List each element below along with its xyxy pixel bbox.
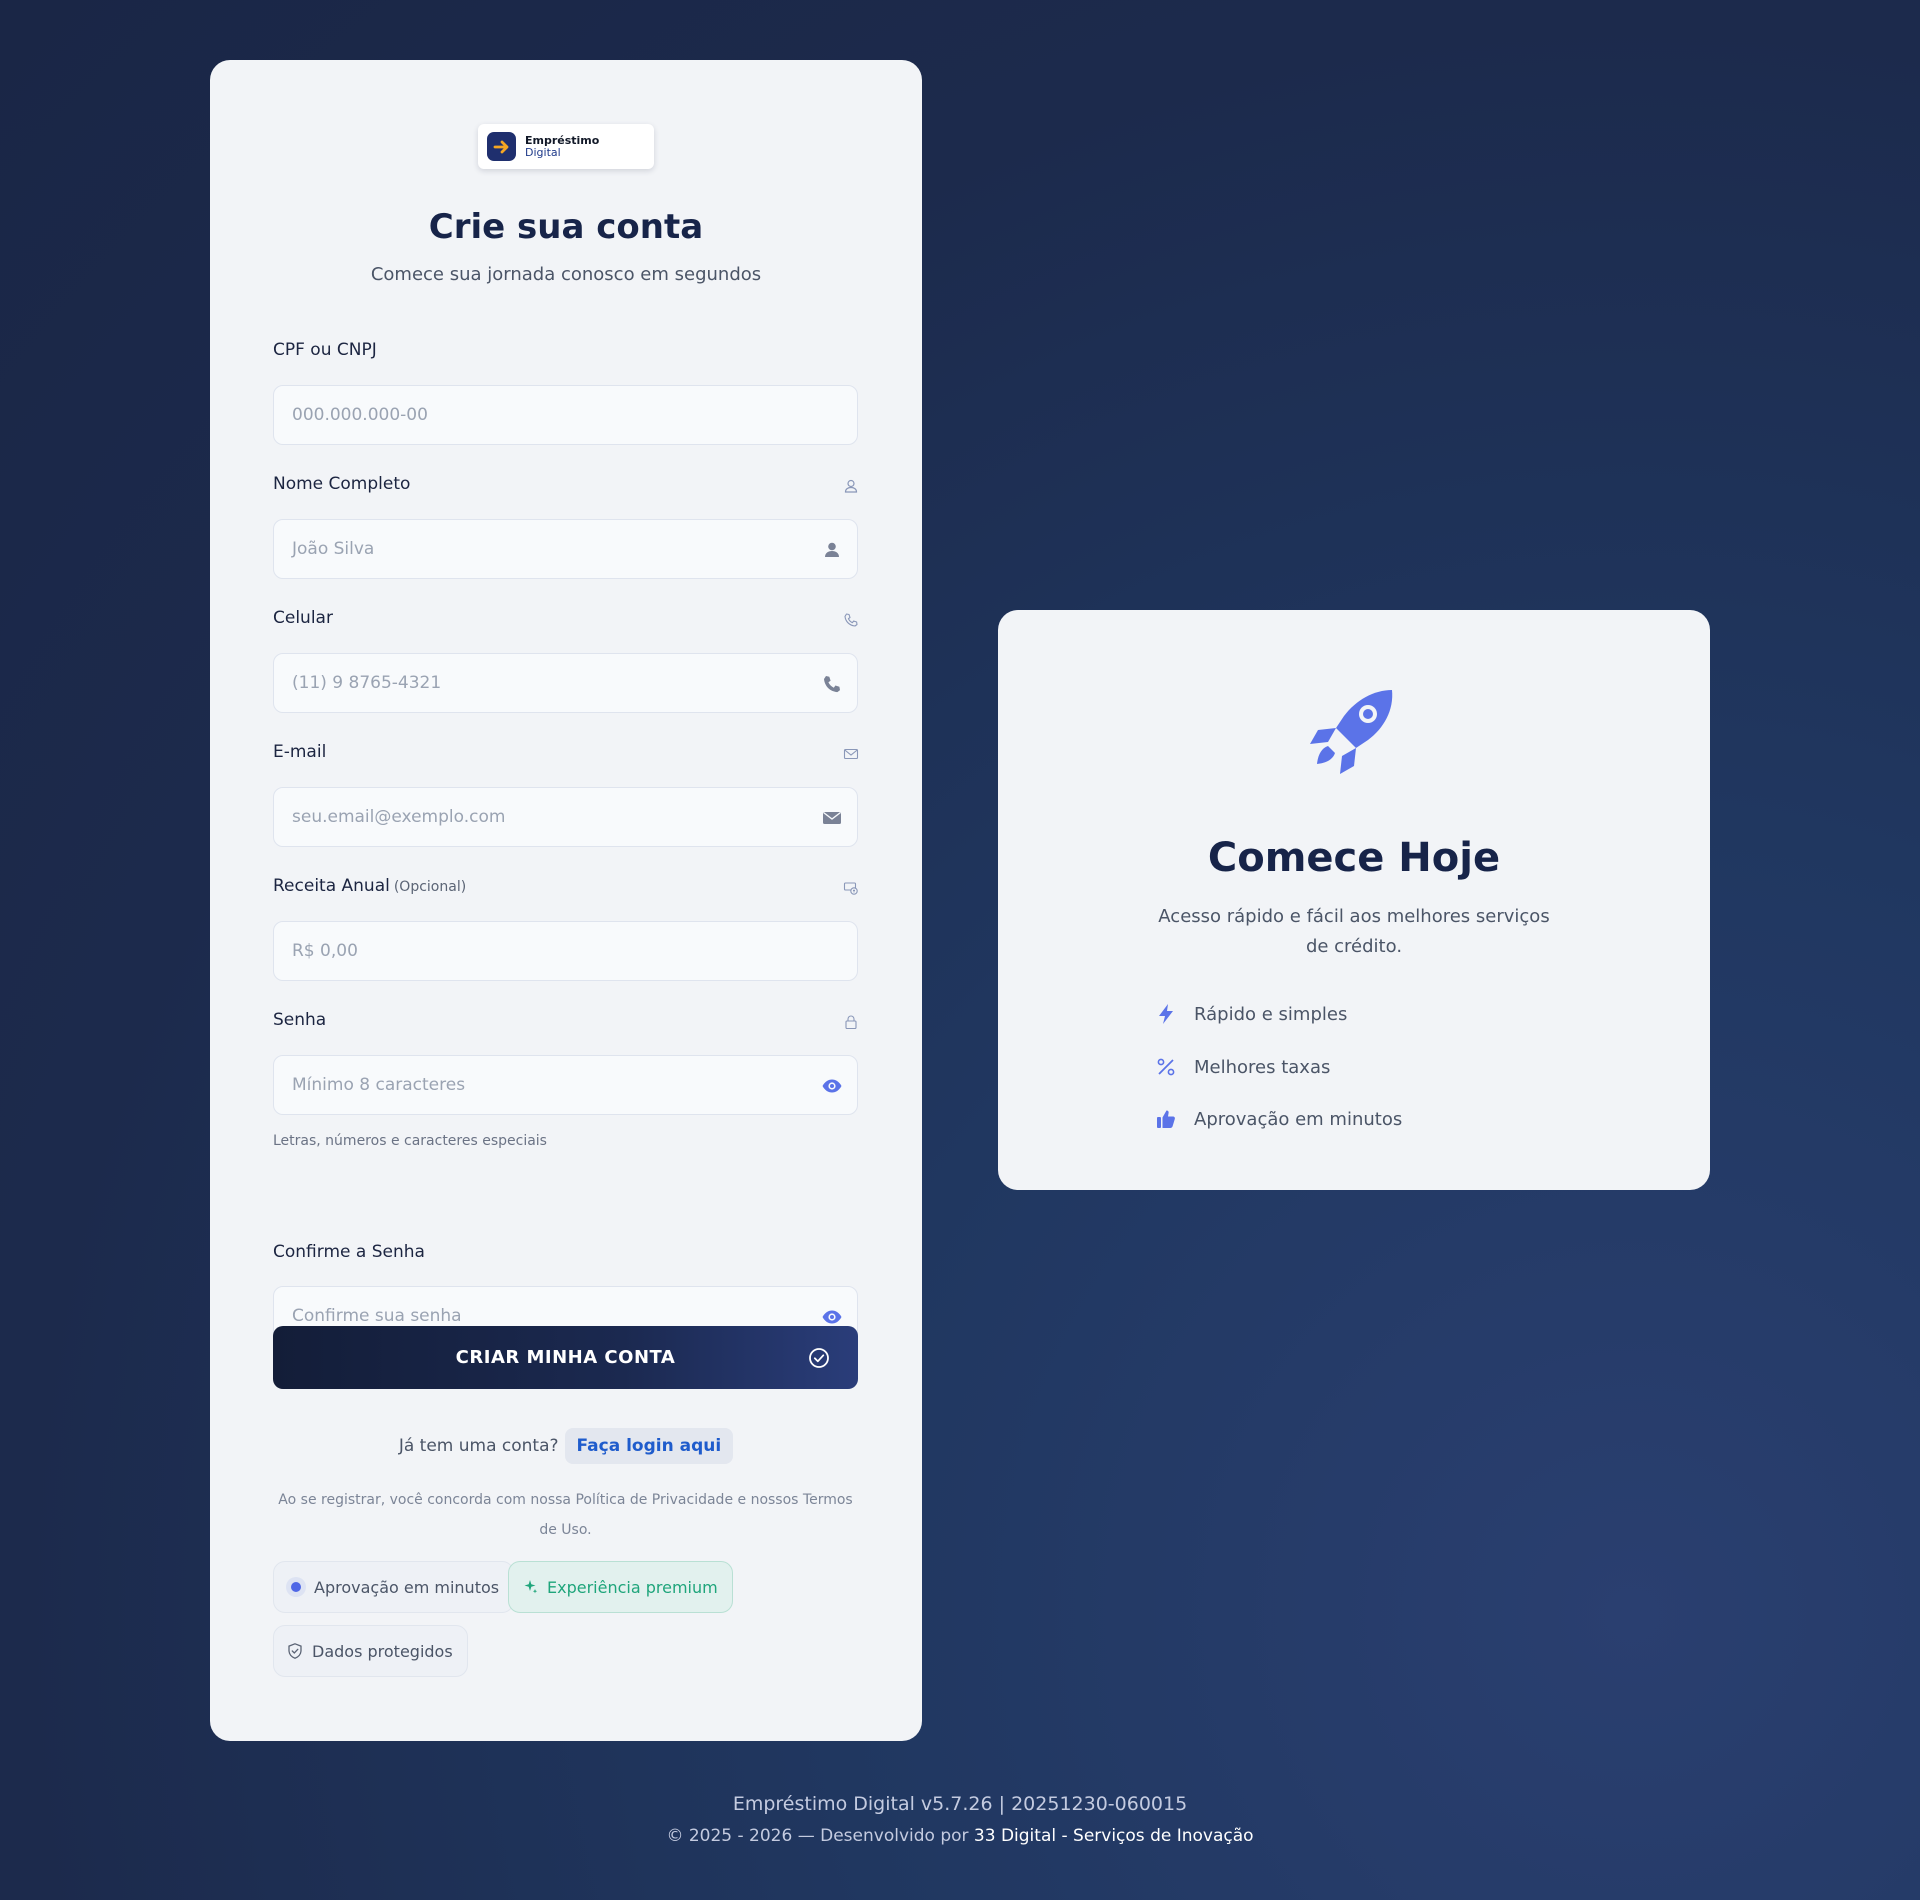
- create-account-button[interactable]: CRIAR MINHA CONTA: [273, 1326, 858, 1389]
- optional-tag: (Opcional): [393, 879, 467, 895]
- promo-card: Comece Hoje Acesso rápido e fácil aos me…: [998, 610, 1710, 1190]
- feature-item: Melhores taxas: [1155, 1056, 1330, 1078]
- logo: Empréstimo Digital: [478, 124, 654, 169]
- company-link[interactable]: 33 Digital - Serviços de Inovação: [974, 1826, 1254, 1846]
- version-text: Empréstimo Digital v5.7.26 | 20251230-06…: [732, 1793, 1188, 1815]
- confirm-placeholder: Confirme sua senha: [292, 1306, 462, 1326]
- login-row: Já tem uma conta? Faça login aqui: [210, 1428, 922, 1464]
- money-icon: [843, 882, 858, 895]
- promo-description: Acesso rápido e fácil aos melhores servi…: [1158, 906, 1550, 957]
- approval-badge-label: Aprovação em minutos: [314, 1577, 500, 1597]
- premium-badge-label: Experiência premium: [547, 1577, 718, 1597]
- email-placeholder: seu.email@exemplo.com: [292, 807, 506, 827]
- approval-badge: Aprovação em minutos: [273, 1561, 515, 1613]
- check-circle-icon: [809, 1348, 829, 1368]
- phone-label: Celular: [273, 608, 333, 628]
- document-label: CPF ou CNPJ: [273, 340, 377, 360]
- user-outline-icon: [844, 479, 858, 493]
- password-hint: Letras, números e caracteres especiais: [273, 1133, 547, 1149]
- sparkles-icon: [524, 1580, 538, 1594]
- logo-line2: Digital: [525, 145, 561, 159]
- name-label: Nome Completo: [273, 474, 411, 494]
- password-placeholder: Mínimo 8 caracteres: [292, 1075, 466, 1095]
- protected-badge-label: Dados protegidos: [312, 1641, 453, 1661]
- copyright-text: © 2025 - 2026 — Desenvolvido por 33 Digi…: [0, 1826, 1920, 1846]
- percent-icon: [1157, 1058, 1175, 1076]
- bolt-icon: [1159, 1004, 1173, 1024]
- email-label: E-mail: [273, 742, 327, 762]
- registration-card: Empréstimo Digital Crie sua conta Comece…: [210, 60, 922, 1741]
- revenue-label-text: Receita Anual: [273, 876, 390, 896]
- eye-icon[interactable]: [821, 1075, 843, 1097]
- thumbs-up-icon: [1157, 1110, 1175, 1128]
- promo-title: Comece Hoje: [1207, 835, 1501, 881]
- eye-icon[interactable]: [821, 1306, 843, 1328]
- premium-badge: Experiência premium: [508, 1561, 733, 1613]
- phone-icon: [824, 676, 840, 693]
- user-icon: [825, 542, 839, 557]
- create-account-label: CRIAR MINHA CONTA: [455, 1347, 676, 1368]
- feature-item: Rápido e simples: [1155, 1003, 1347, 1025]
- protected-badge: Dados protegidos: [273, 1625, 468, 1677]
- name-input[interactable]: João Silva: [273, 519, 858, 579]
- phone-input[interactable]: (11) 9 8765-4321: [273, 653, 858, 713]
- logo-line1: Empréstimo: [525, 133, 600, 147]
- login-prompt: Já tem uma conta?: [398, 1436, 559, 1456]
- feature-label: Melhores taxas: [1194, 1056, 1331, 1078]
- confirm-password-label: Confirme a Senha: [273, 1242, 425, 1262]
- feature-item: Aprovação em minutos: [1155, 1108, 1402, 1130]
- lock-icon: [845, 1015, 857, 1030]
- name-placeholder: João Silva: [292, 539, 375, 559]
- phone-placeholder: (11) 9 8765-4321: [292, 673, 442, 693]
- arrow-right-icon: [487, 132, 516, 161]
- document-input[interactable]: 000.000.000-00: [273, 385, 858, 445]
- login-link[interactable]: Faça login aqui: [564, 1428, 734, 1464]
- revenue-input[interactable]: R$ 0,00: [273, 921, 858, 981]
- password-input[interactable]: Mínimo 8 caracteres: [273, 1055, 858, 1115]
- terms-text: Ao se registrar, você concorda com nossa…: [278, 1492, 853, 1538]
- feature-label: Rápido e simples: [1194, 1003, 1348, 1025]
- page-subtitle: Comece sua jornada conosco em segundos: [370, 264, 762, 285]
- rocket-icon: [1310, 690, 1393, 774]
- page-title: Crie sua conta: [428, 207, 704, 247]
- envelope-outline-icon: [843, 748, 859, 760]
- shield-check-icon: [288, 1643, 302, 1659]
- phone-outline-icon: [844, 613, 858, 627]
- feature-label: Aprovação em minutos: [1194, 1108, 1403, 1130]
- password-label: Senha: [273, 1010, 327, 1030]
- copyright-prefix: © 2025 - 2026 — Desenvolvido por: [666, 1826, 969, 1846]
- revenue-label: Receita Anual (Opcional): [273, 876, 466, 896]
- email-input[interactable]: seu.email@exemplo.com: [273, 787, 858, 847]
- envelope-icon: [823, 811, 841, 824]
- status-dot-icon: [286, 1577, 306, 1597]
